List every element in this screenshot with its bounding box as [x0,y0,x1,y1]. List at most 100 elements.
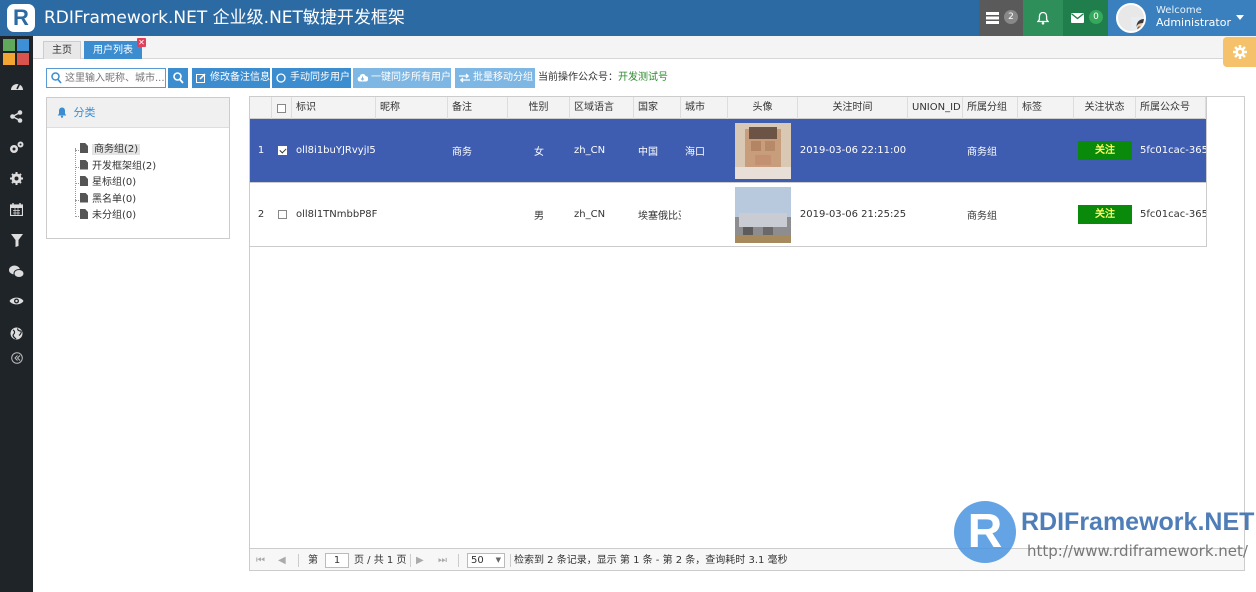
status-cell: 关注 [1074,119,1136,182]
next-page-icon[interactable]: ▶ [416,549,424,570]
prev-page-icon[interactable]: ◀ [278,549,286,570]
current-account-label: 当前操作公众号： [538,72,618,83]
tree-item-business[interactable]: 商务组(2) [67,142,156,159]
gear-icon[interactable] [0,164,33,194]
user-menu[interactable]: Welcome Administrator [1108,0,1256,36]
notifications-button[interactable] [1023,0,1063,36]
tree-item-blacklist[interactable]: 黑名单(0) [67,192,156,209]
row-checkbox[interactable] [277,210,287,219]
search-field[interactable] [46,68,166,88]
eye-icon[interactable] [0,288,33,318]
tags-cell [1018,119,1074,182]
table-row[interactable]: 2 oll8l1TNmbbP8F 男 zh_CN 埃塞俄比亚 2019-03-0… [250,183,1206,247]
watermark: R RDIFramework.NET http://www.rdiframewo… [944,497,1254,573]
status-badge: 关注 [1078,205,1132,224]
account-cell: 5fc01cac-365 [1140,209,1206,220]
account-cell: 5fc01cac-365 [1140,145,1206,156]
calendar-icon[interactable] [0,195,33,225]
username: Administrator [1156,16,1231,29]
col-header[interactable]: 区域语言 [570,97,634,119]
select-all-checkbox[interactable] [277,103,286,113]
table-row[interactable]: 1 oll8i1buYJRvyjI5 商务 女 zh_CN 中国 海口 2019… [250,119,1206,183]
page-size-select[interactable]: 50 ▼ [467,553,505,568]
app-title: RDIFramework.NET 企业级.NET敏捷开发框架 [44,8,405,28]
col-header[interactable]: 城市 [681,97,728,119]
col-header[interactable]: 所属分组 [963,97,1018,119]
bell-icon [57,107,67,118]
row-checkbox[interactable] [277,146,287,155]
col-header[interactable]: 关注状态 [1074,97,1136,119]
tab-user-list[interactable]: 用户列表 ✕ [84,38,146,59]
col-header[interactable]: 关注时间 [798,97,908,119]
tree-item-dev-framework[interactable]: 开发框架组(2) [67,159,156,176]
collapse-icon[interactable] [0,348,33,370]
settings-button[interactable] [1223,37,1256,67]
first-page-icon[interactable]: ⏮ [256,549,265,570]
language-cell: zh_CN [574,145,606,156]
city-cell: 海口 [685,147,705,158]
dashboard-icon[interactable] [0,71,33,101]
last-page-icon[interactable]: ⏭ [438,549,447,570]
union-id-cell [908,119,963,182]
tree-item-label: 开发框架组(2) [92,160,157,172]
col-header[interactable]: 昵称 [376,97,448,119]
close-icon[interactable]: ✕ [137,38,146,47]
share-icon[interactable] [0,102,33,132]
category-title: 分类 [73,106,96,119]
col-header[interactable]: 国家 [634,97,681,119]
tasks-button[interactable]: 2 [979,0,1023,36]
tree-item-starred[interactable]: 星标组(0) [67,175,156,192]
tiles-icon[interactable] [3,39,29,65]
page-label: 第 [308,555,318,566]
globe-icon[interactable] [0,319,33,349]
search-icon [172,72,184,84]
envelope-icon [1071,13,1084,23]
openid-cell: oll8i1buYJRvyjI5 [292,119,376,182]
batch-move-button[interactable]: 批量移动分组 [455,68,535,88]
row-number: 2 [257,209,265,220]
wechat-icon[interactable] [0,257,33,287]
filter-icon[interactable] [0,226,33,256]
remark-cell: 商务 [452,147,472,158]
cogs-icon[interactable] [0,133,33,163]
union-id-cell [908,183,963,246]
tree-item-label: 星标组(0) [92,177,137,188]
status-badge: 关注 [1078,141,1132,160]
group-cell: 商务组 [967,211,997,222]
watermark-url: http://www.rdiframework.net/ [1027,542,1248,560]
tree-item-ungrouped[interactable]: 未分组(0) [67,208,156,225]
col-header[interactable]: 标识 [292,97,376,119]
search-button[interactable] [168,68,188,88]
page-number-input[interactable]: 1 [325,553,349,568]
col-header[interactable]: 标签 [1018,97,1074,119]
col-header[interactable]: UNION_ID [908,97,963,119]
file-icon [80,176,88,186]
manual-sync-button[interactable]: 手动同步用户 [272,68,351,88]
cloud-download-icon [357,74,368,82]
select-all-cell [272,97,292,119]
top-bar: R RDIFramework.NET 企业级.NET敏捷开发框架 2 0 Wel… [0,0,1256,36]
col-header[interactable]: 头像 [728,97,798,119]
messages-button[interactable]: 0 [1063,0,1108,36]
file-icon [80,143,88,153]
follow-time-cell: 2019-03-06 21:25:25 [799,209,907,220]
category-header: 分类 [47,98,229,128]
search-icon [51,72,62,84]
tree-item-label: 未分组(0) [92,210,137,221]
edit-remark-button[interactable]: 修改备注信息 [192,68,270,88]
row-number-header [250,97,272,119]
col-header[interactable]: 备注 [448,97,508,119]
app-logo: R [7,4,35,32]
bell-icon [1037,12,1049,25]
category-tree: 商务组(2) 开发框架组(2) 星标组(0) 黑名单(0) 未分组(0) [67,142,156,225]
nickname-cell [376,119,448,182]
tab-home[interactable]: 主页 [43,41,81,59]
col-header[interactable]: 所属公众号 [1136,97,1206,119]
nickname-cell [376,183,448,246]
avatar-cell [728,183,798,246]
pager-summary: 检索到 2 条记录，显示 第 1 条 - 第 2 条，查询耗时 3.1 毫秒 [514,555,788,566]
search-input[interactable] [65,70,165,86]
col-header[interactable]: 性别 [508,97,570,119]
current-account: 当前操作公众号：开发测试号 [538,68,668,88]
sync-all-button[interactable]: 一键同步所有用户 [353,68,451,88]
